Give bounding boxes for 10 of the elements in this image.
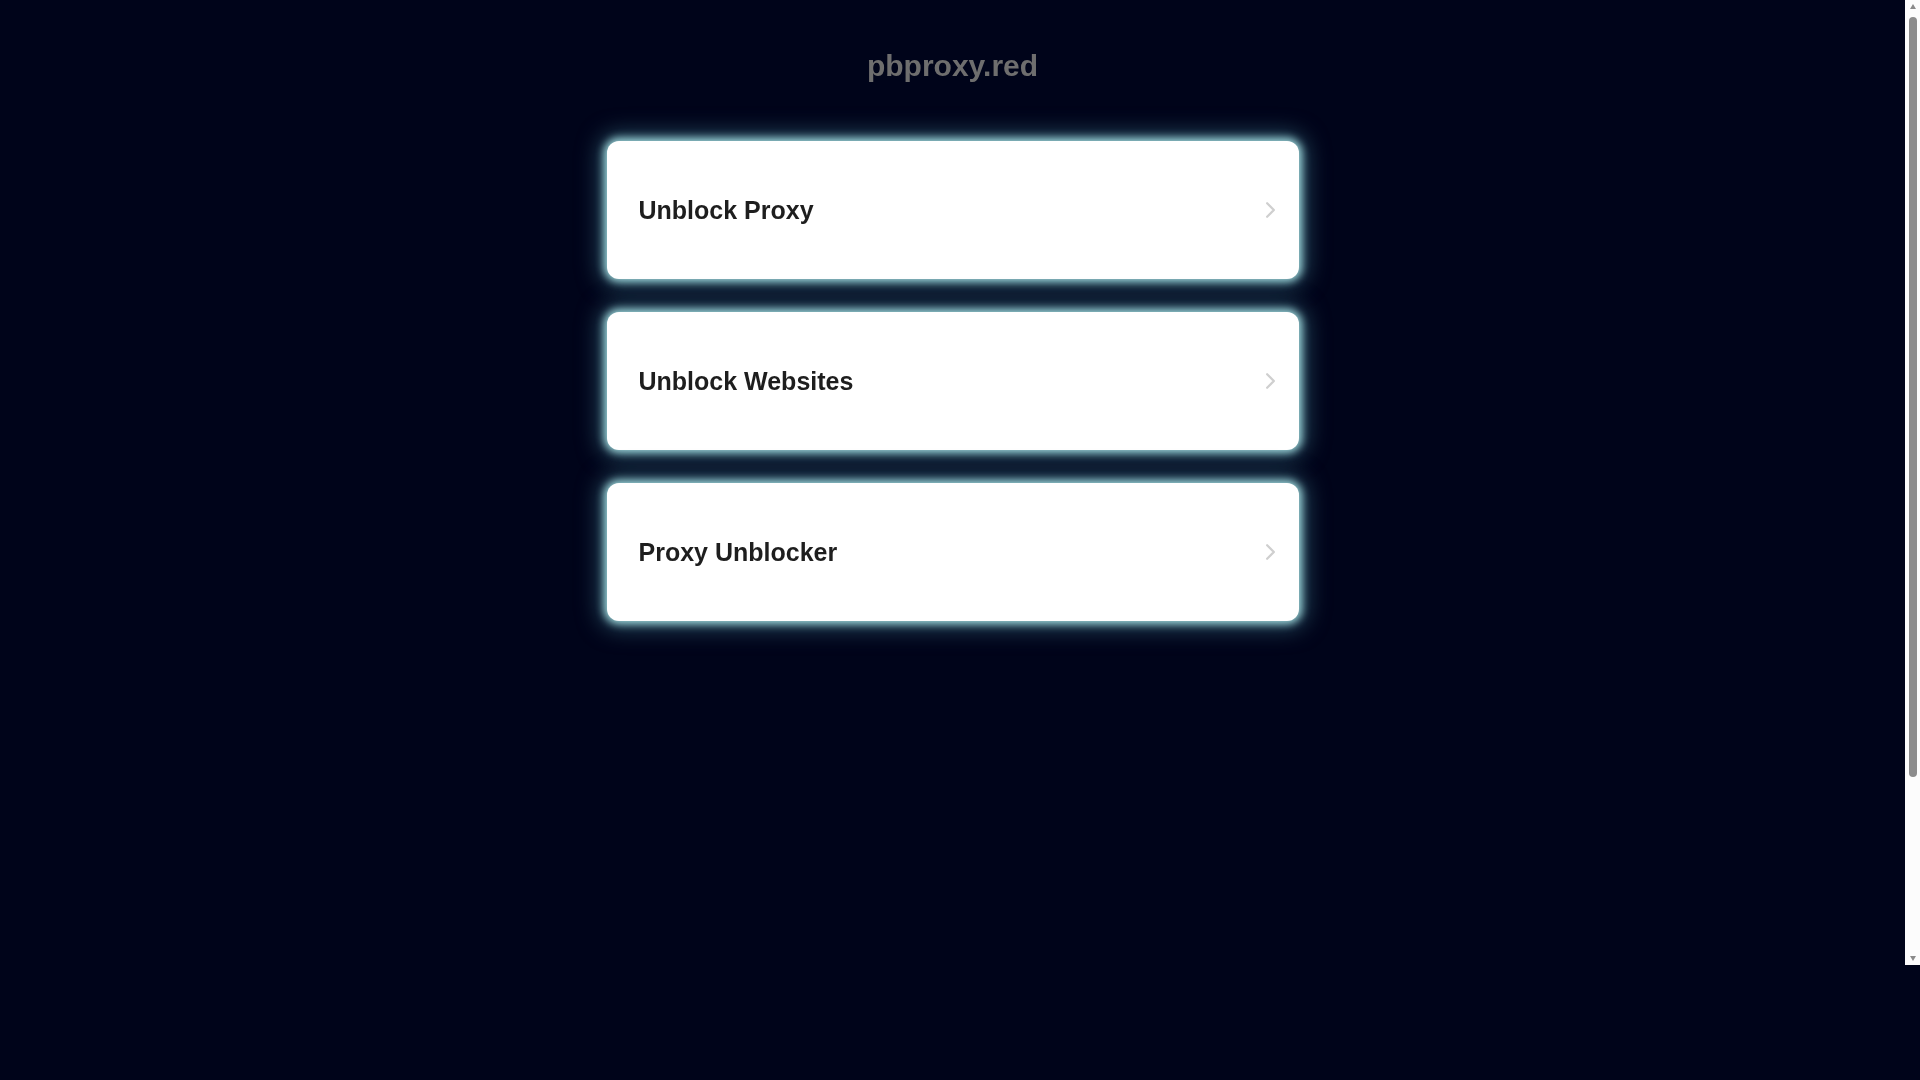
site-title: pbproxy.red [866,48,1039,84]
link-card[interactable]: Unblock Proxy [606,141,1299,279]
chevron-right-icon [1265,373,1275,389]
scrollbar[interactable] [1905,0,1920,965]
scroll-up-icon[interactable] [1909,4,1916,9]
chevron-right-icon [1265,202,1275,218]
link-card[interactable]: Unblock Websites [606,312,1299,450]
link-card[interactable]: Proxy Unblocker [606,483,1299,621]
scroll-down-icon[interactable] [1909,956,1916,961]
chevron-right-icon [1265,544,1275,560]
